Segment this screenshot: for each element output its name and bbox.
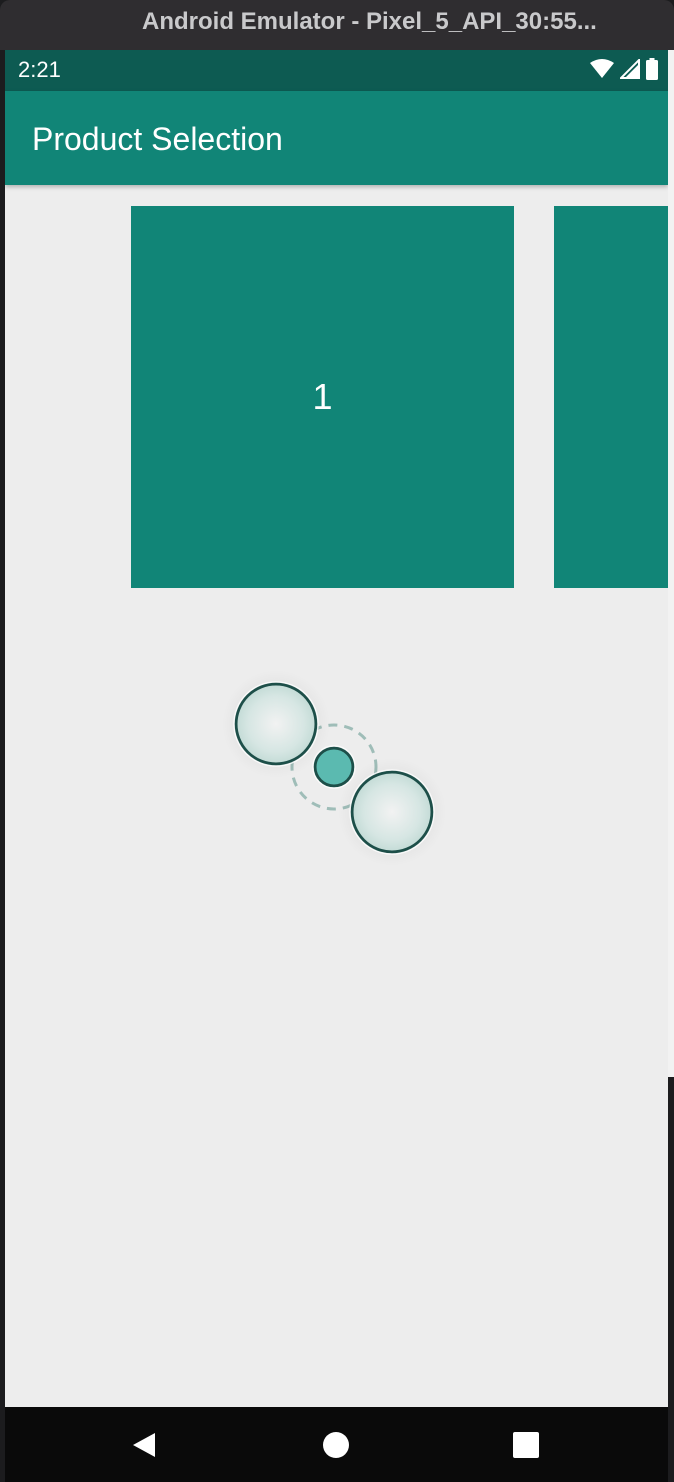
back-icon bbox=[133, 1433, 155, 1457]
pinch-center-dot-icon bbox=[313, 746, 355, 788]
cellular-signal-icon bbox=[618, 57, 640, 84]
window-titlebar: Android Emulator - Pixel_5_API_30:55... bbox=[0, 0, 674, 50]
touch-point-2-icon bbox=[350, 770, 434, 854]
recents-icon bbox=[513, 1432, 539, 1458]
wifi-icon bbox=[590, 59, 614, 84]
recents-button[interactable] bbox=[505, 1424, 547, 1466]
back-button[interactable] bbox=[123, 1424, 165, 1466]
home-button[interactable] bbox=[315, 1424, 357, 1466]
home-icon bbox=[323, 1432, 349, 1458]
status-icons bbox=[590, 57, 658, 85]
app-title: Product Selection bbox=[32, 121, 283, 157]
window-title: Android Emulator - Pixel_5_API_30:55... bbox=[142, 8, 597, 35]
product-card-2[interactable] bbox=[554, 206, 668, 588]
navigation-bar bbox=[5, 1407, 668, 1482]
window-right-edge-light bbox=[668, 50, 674, 1077]
status-bar: 2:21 bbox=[5, 50, 668, 91]
product-card-1[interactable]: 1 bbox=[131, 206, 514, 588]
phone-screen: 2:21 Product Selection 1 bbox=[5, 50, 668, 1482]
pinch-gesture-overlay bbox=[215, 670, 475, 930]
touch-point-1-icon bbox=[234, 682, 318, 766]
status-time: 2:21 bbox=[18, 57, 61, 82]
app-bar: Product Selection bbox=[5, 91, 668, 185]
product-card-label: 1 bbox=[312, 376, 333, 417]
battery-icon bbox=[646, 58, 658, 85]
